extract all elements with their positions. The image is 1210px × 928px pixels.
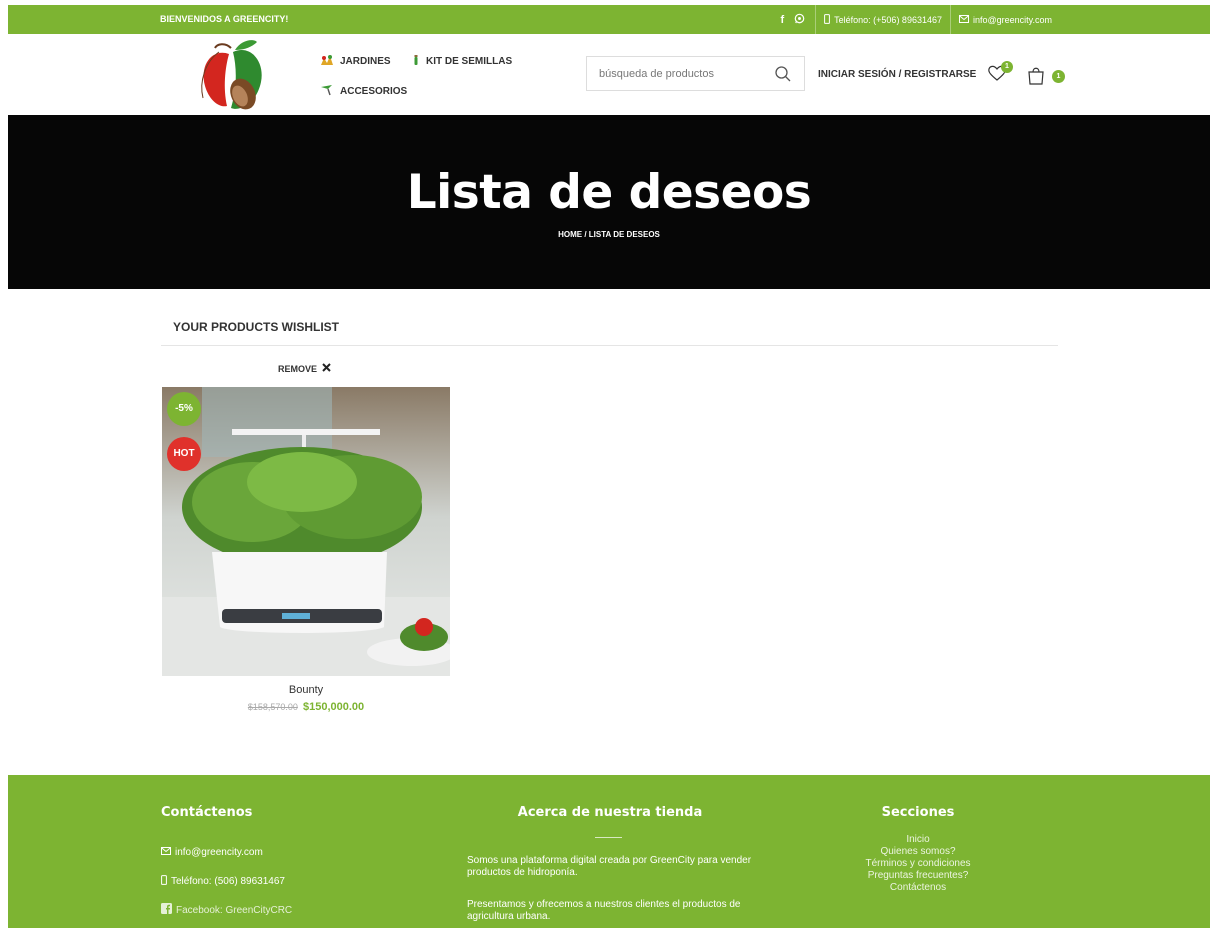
top-bar-right: f Teléfono: (+506) 89631467 info@greenci…	[780, 5, 1060, 34]
footer-facebook[interactable]: Facebook: GreenCityCRC	[161, 903, 292, 917]
cart-count-badge: 1	[1052, 70, 1065, 83]
top-bar: BIENVENIDOS A GREENCITY! f Teléfono: (+5…	[8, 5, 1210, 34]
seed-icon	[412, 54, 420, 69]
social-links: f	[780, 13, 815, 26]
footer-sections-title: Secciones	[881, 805, 955, 820]
footer-sections: Secciones Inicio Quienes somos? Términos…	[828, 805, 1008, 894]
footer-link-inicio[interactable]: Inicio	[828, 834, 1008, 846]
footer-contact: Contáctenos info@greencity.com Teléfono:…	[161, 805, 401, 916]
footer-phone[interactable]: Teléfono: (506) 89631467	[161, 875, 285, 888]
wishlist-button[interactable]: 1	[987, 61, 1013, 86]
facebook-icon[interactable]: f	[780, 14, 784, 26]
footer-phone-text: Teléfono: (506) 89631467	[171, 876, 285, 887]
search-icon[interactable]	[774, 65, 792, 83]
welcome-text: BIENVENIDOS A GREENCITY!	[160, 14, 289, 24]
nav-item-label: JARDINES	[340, 56, 391, 67]
nav-item-jardines[interactable]: JARDINES	[320, 54, 391, 69]
product-price: $158,570.00 $150,000.00	[162, 701, 450, 713]
remove-label: REMOVE	[278, 363, 318, 374]
footer-link-terminos[interactable]: Términos y condiciones	[828, 858, 1008, 870]
divider	[595, 837, 622, 838]
top-email-text: info@greencity.com	[972, 14, 1052, 25]
footer-email-text: info@greencity.com	[175, 847, 263, 858]
garden-icon	[320, 54, 334, 69]
mail-icon	[958, 14, 969, 25]
footer-about: Acerca de nuestra tienda Somos una plata…	[467, 805, 767, 922]
footer-link-contactenos[interactable]: Contáctenos	[828, 882, 1008, 894]
shopping-bag-icon	[1027, 67, 1045, 89]
product-name[interactable]: Bounty	[162, 684, 450, 696]
site-footer: Contáctenos info@greencity.com Teléfono:…	[8, 775, 1210, 928]
footer-about-title: Acerca de nuestra tienda	[517, 805, 703, 820]
remove-button[interactable]: REMOVE	[278, 363, 331, 374]
phone-icon	[824, 13, 831, 26]
wishlist-title: YOUR PRODUCTS WISHLIST	[173, 320, 340, 334]
page: BIENVENIDOS A GREENCITY! f Teléfono: (+5…	[0, 0, 1210, 928]
facebook-icon	[161, 903, 172, 917]
phone-icon	[161, 875, 167, 888]
footer-contact-title: Contáctenos	[161, 805, 253, 820]
mail-icon	[161, 847, 171, 858]
nav-item-label: ACCESORIOS	[340, 86, 408, 97]
sale-price: $150,000.00	[302, 701, 365, 713]
footer-link-quienes-somos[interactable]: Quienes somos?	[828, 846, 1008, 858]
old-price: $158,570.00	[247, 702, 298, 712]
site-logo[interactable]	[193, 38, 265, 112]
discount-badge: -5%	[167, 392, 201, 426]
product-image[interactable]: -5% HOT	[162, 387, 450, 676]
site-header: JARDINES KIT DE SEMILLAS ACCESORIOS INIC	[8, 34, 1210, 115]
footer-link-preguntas[interactable]: Preguntas frecuentes?	[828, 870, 1008, 882]
nav-item-accesorios[interactable]: ACCESORIOS	[320, 84, 407, 99]
cart-button[interactable]: 1	[1027, 66, 1065, 89]
search-input[interactable]	[587, 57, 767, 90]
page-hero: Lista de deseos HOME / LISTA DE DESEOS	[8, 115, 1210, 289]
top-phone-text: Teléfono: (+506) 89631467	[834, 14, 942, 25]
divider	[161, 345, 1058, 346]
top-email[interactable]: info@greencity.com	[951, 14, 1060, 25]
wishlist-count-badge: 1	[1001, 61, 1013, 73]
login-register-link[interactable]: INICIAR SESIÓN / REGISTRARSE	[818, 69, 976, 80]
footer-email[interactable]: info@greencity.com	[161, 847, 263, 858]
nav-item-label: KIT DE SEMILLAS	[426, 56, 513, 67]
tool-icon	[320, 84, 334, 99]
hot-badge: HOT	[167, 437, 201, 471]
product-search	[586, 56, 805, 91]
footer-about-paragraph: Somos una plataforma digital creada por …	[467, 855, 752, 878]
footer-sections-list: Inicio Quienes somos? Términos y condici…	[828, 834, 1008, 894]
top-phone[interactable]: Teléfono: (+506) 89631467	[816, 13, 950, 26]
breadcrumb[interactable]: HOME / LISTA DE DESEOS	[8, 230, 1210, 239]
footer-about-paragraph: Presentamos y ofrecemos a nuestros clien…	[467, 899, 741, 922]
close-icon	[322, 363, 331, 374]
whatsapp-icon[interactable]	[794, 13, 805, 26]
page-title: Lista de deseos	[406, 165, 812, 220]
nav-item-kit-de-semillas[interactable]: KIT DE SEMILLAS	[412, 54, 512, 69]
footer-facebook-text: Facebook: GreenCityCRC	[176, 904, 293, 916]
